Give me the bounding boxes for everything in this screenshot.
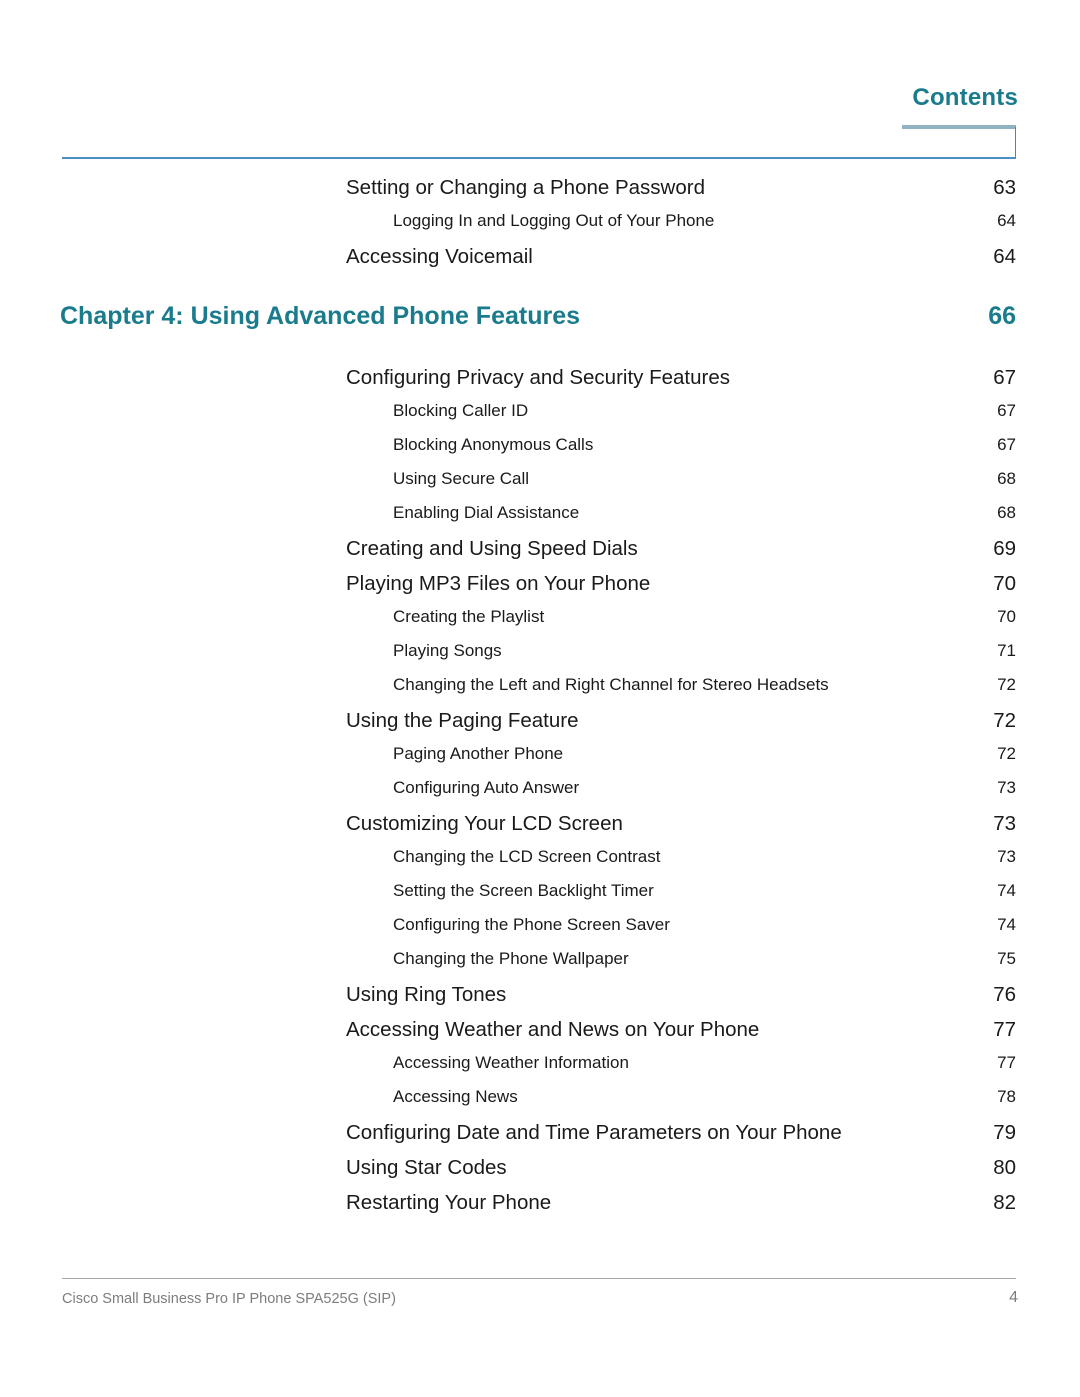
toc-entry-row[interactable]: Accessing Voicemail 64 xyxy=(0,245,1080,280)
footer-product-name: Cisco Small Business Pro IP Phone SPA525… xyxy=(62,1291,396,1307)
toc-entry-page-number: 70 xyxy=(993,572,1016,595)
toc-entry-row[interactable]: Configuring Privacy and Security Feature… xyxy=(0,366,1080,401)
toc-entry-page-number: 77 xyxy=(997,1053,1016,1072)
header-accent-bar xyxy=(902,125,1016,129)
toc-entry-page-number: 67 xyxy=(997,435,1016,454)
toc-chapter-page-number: 66 xyxy=(988,302,1016,330)
toc-entry-label: Configuring Date and Time Parameters on … xyxy=(346,1121,842,1144)
toc-entry-page-number: 73 xyxy=(997,778,1016,797)
page-title: Contents xyxy=(912,84,1018,111)
toc-entry-label: Accessing Weather Information xyxy=(393,1053,629,1072)
toc-entry-row[interactable]: Creating and Using Speed Dials 69 xyxy=(0,537,1080,572)
toc-entry-label: Customizing Your LCD Screen xyxy=(346,812,623,835)
toc-entry-page-number: 75 xyxy=(997,949,1016,968)
toc-entry-label: Changing the Phone Wallpaper xyxy=(393,949,629,968)
page-header: Contents xyxy=(0,0,1080,160)
toc-entry-label: Accessing News xyxy=(393,1087,518,1106)
toc-entry-page-number: 72 xyxy=(993,709,1016,732)
toc-entry-page-number: 82 xyxy=(993,1191,1016,1214)
toc-entry-page-number: 74 xyxy=(997,915,1016,934)
toc-entry-row[interactable]: Configuring Auto Answer 73 xyxy=(0,778,1080,812)
toc-entry-label: Playing MP3 Files on Your Phone xyxy=(346,572,651,595)
footer-divider xyxy=(62,1278,1016,1279)
toc-entry-page-number: 78 xyxy=(997,1087,1016,1106)
toc-entry-page-number: 69 xyxy=(993,537,1016,560)
toc-entry-row[interactable]: Using the Paging Feature 72 xyxy=(0,709,1080,744)
toc-entry-label: Configuring Auto Answer xyxy=(393,778,580,797)
footer-page-number: 4 xyxy=(1009,1289,1018,1306)
toc-entry-page-number: 73 xyxy=(993,812,1016,835)
header-accent-tick xyxy=(1015,127,1016,158)
toc-entry-label: Logging In and Logging Out of Your Phone xyxy=(393,211,715,230)
toc-entry-label: Setting or Changing a Phone Password xyxy=(346,176,705,199)
toc-entry-label: Using Star Codes xyxy=(346,1156,507,1179)
toc-entry-page-number: 74 xyxy=(997,881,1016,900)
toc-entry-page-number: 80 xyxy=(993,1156,1016,1179)
toc-entry-label: Changing the LCD Screen Contrast xyxy=(393,847,661,866)
toc-entry-row[interactable]: Changing the LCD Screen Contrast 73 xyxy=(0,847,1080,881)
toc-entry-label: Playing Songs xyxy=(393,641,502,660)
toc-entry-row[interactable]: Accessing News 78 xyxy=(0,1087,1080,1121)
toc-entry-row[interactable]: Blocking Caller ID 67 xyxy=(0,401,1080,435)
toc-entry-page-number: 72 xyxy=(997,675,1016,694)
toc-entry-row[interactable]: Restarting Your Phone 82 xyxy=(0,1191,1080,1226)
toc-chapter-row[interactable]: Chapter 4: Using Advanced Phone Features… xyxy=(0,302,1080,346)
toc-entry-page-number: 72 xyxy=(997,744,1016,763)
toc-entry-page-number: 64 xyxy=(997,211,1016,230)
toc-entry-label: Configuring the Phone Screen Saver xyxy=(393,915,670,934)
toc-entry-page-number: 73 xyxy=(997,847,1016,866)
toc-entry-page-number: 68 xyxy=(997,469,1016,488)
toc-entry-row[interactable]: Setting or Changing a Phone Password 63 xyxy=(0,176,1080,211)
toc-entry-label: Blocking Anonymous Calls xyxy=(393,435,594,454)
toc-entry-row[interactable]: Logging In and Logging Out of Your Phone… xyxy=(0,211,1080,245)
toc-entry-page-number: 79 xyxy=(993,1121,1016,1144)
toc-entry-label: Blocking Caller ID xyxy=(393,401,529,420)
toc-entry-label: Using the Paging Feature xyxy=(346,709,579,732)
toc-entry-label: Using Ring Tones xyxy=(346,983,507,1006)
toc-entry-label: Using Secure Call xyxy=(393,469,530,488)
toc-entry-row[interactable]: Setting the Screen Backlight Timer 74 xyxy=(0,881,1080,915)
toc-entry-label: Creating the Playlist xyxy=(393,607,545,626)
toc-entry-page-number: 64 xyxy=(993,245,1016,268)
toc-entry-page-number: 67 xyxy=(997,401,1016,420)
toc-entry-row[interactable]: Changing the Phone Wallpaper 75 xyxy=(0,949,1080,983)
toc-entry-row[interactable]: Using Star Codes 80 xyxy=(0,1156,1080,1191)
toc-entry-label: Configuring Privacy and Security Feature… xyxy=(346,366,730,389)
toc-entry-row[interactable]: Paging Another Phone 72 xyxy=(0,744,1080,778)
toc-entry-row[interactable]: Creating the Playlist 70 xyxy=(0,607,1080,641)
toc-entry-label: Creating and Using Speed Dials xyxy=(346,537,638,560)
toc-entry-label: Paging Another Phone xyxy=(393,744,564,763)
toc-entry-row[interactable]: Configuring the Phone Screen Saver 74 xyxy=(0,915,1080,949)
toc-entry-label: Changing the Left and Right Channel for … xyxy=(393,675,829,694)
toc-entry-label: Restarting Your Phone xyxy=(346,1191,552,1214)
toc-entry-row[interactable]: Playing Songs 71 xyxy=(0,641,1080,675)
toc-entry-page-number: 76 xyxy=(993,983,1016,1006)
toc-entry-page-number: 67 xyxy=(993,366,1016,389)
table-of-contents: Setting or Changing a Phone Password 63 Lo… xyxy=(0,176,1080,1226)
toc-entry-label: Accessing Voicemail xyxy=(346,245,533,268)
toc-entry-page-number: 68 xyxy=(997,503,1016,522)
toc-entry-label: Setting the Screen Backlight Timer xyxy=(393,881,654,900)
toc-entry-page-number: 77 xyxy=(993,1018,1016,1041)
toc-entry-row[interactable]: Blocking Anonymous Calls 67 xyxy=(0,435,1080,469)
toc-entry-label: Accessing Weather and News on Your Phone xyxy=(346,1018,760,1041)
toc-entry-row[interactable]: Customizing Your LCD Screen 73 xyxy=(0,812,1080,847)
toc-entry-row[interactable]: Changing the Left and Right Channel for … xyxy=(0,675,1080,709)
toc-entry-label: Enabling Dial Assistance xyxy=(393,503,580,522)
toc-entry-row[interactable]: Configuring Date and Time Parameters on … xyxy=(0,1121,1080,1156)
header-divider xyxy=(62,157,1016,159)
toc-entry-row[interactable]: Using Secure Call 68 xyxy=(0,469,1080,503)
toc-entry-page-number: 71 xyxy=(997,641,1016,660)
toc-entry-row[interactable]: Using Ring Tones 76 xyxy=(0,983,1080,1018)
page-footer: Cisco Small Business Pro IP Phone SPA525… xyxy=(0,1267,1080,1397)
toc-entry-row[interactable]: Enabling Dial Assistance 68 xyxy=(0,503,1080,537)
toc-entry-row[interactable]: Playing MP3 Files on Your Phone 70 xyxy=(0,572,1080,607)
toc-entry-row[interactable]: Accessing Weather Information 77 xyxy=(0,1053,1080,1087)
toc-entry-row[interactable]: Accessing Weather and News on Your Phone… xyxy=(0,1018,1080,1053)
toc-entry-page-number: 70 xyxy=(997,607,1016,626)
toc-chapter-label: Chapter 4: Using Advanced Phone Features xyxy=(60,302,581,330)
toc-entry-page-number: 63 xyxy=(993,176,1016,199)
